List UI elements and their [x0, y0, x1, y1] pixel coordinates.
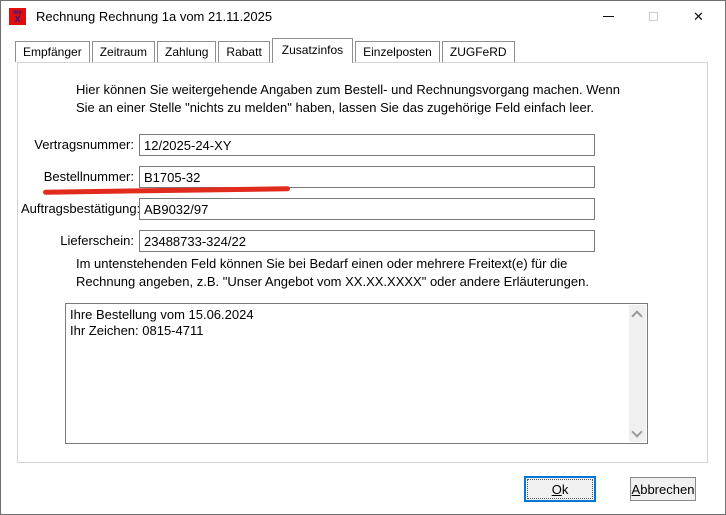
freitext-content[interactable]: Ihre Bestellung vom 15.06.2024 Ihr Zeich… [66, 304, 628, 443]
lieferschein-label: Lieferschein: [21, 230, 134, 252]
tab-empfaenger[interactable]: Empfänger [15, 41, 90, 62]
vertragsnummer-label: Vertragsnummer: [21, 134, 134, 156]
freitext-area[interactable]: Ihre Bestellung vom 15.06.2024 Ihr Zeich… [65, 303, 648, 444]
app-icon: my X [9, 8, 26, 25]
titlebar: my X Rechnung Rechnung 1a vom 21.11.2025… [1, 1, 725, 32]
tab-zahlung[interactable]: Zahlung [157, 41, 216, 62]
auftragsbestaetigung-input[interactable] [139, 198, 595, 220]
close-icon: ✕ [693, 1, 704, 32]
cancel-button-label: Abbrechen [632, 482, 695, 497]
lieferschein-input[interactable] [139, 230, 595, 252]
tab-rabatt[interactable]: Rabatt [218, 41, 269, 62]
tab-einzelposten[interactable]: Einzelposten [355, 41, 440, 62]
auftragsbestaetigung-label: Auftragsbestätigung: [21, 198, 134, 220]
intro-text: Hier können Sie weitergehende Angaben zu… [76, 81, 691, 116]
tab-zusatzinfos[interactable]: Zusatzinfos [272, 38, 353, 63]
window-title: Rechnung Rechnung 1a vom 21.11.2025 [36, 1, 272, 32]
close-button[interactable]: ✕ [676, 1, 721, 32]
tab-zeitraum[interactable]: Zeitraum [92, 41, 155, 62]
minimize-icon [603, 16, 614, 17]
tab-strip: Empfänger Zeitraum Zahlung Rabatt Zusatz… [15, 38, 517, 63]
window-controls: ✕ [586, 1, 721, 32]
maximize-button [631, 1, 676, 32]
cancel-button[interactable]: Abbrechen [630, 477, 696, 501]
scroll-down-icon[interactable] [633, 430, 640, 437]
tab-zugferd[interactable]: ZUGFeRD [442, 41, 515, 62]
bestellnummer-input[interactable] [139, 166, 595, 188]
ok-button[interactable]: Ok [524, 476, 596, 502]
vertical-scrollbar[interactable] [629, 305, 646, 442]
ok-button-label: Ok [552, 482, 569, 497]
bestellnummer-label: Bestellnummer: [21, 166, 134, 188]
invoice-dialog: my X Rechnung Rechnung 1a vom 21.11.2025… [0, 0, 726, 515]
maximize-icon [649, 12, 658, 21]
minimize-button[interactable] [586, 1, 631, 32]
vertragsnummer-input[interactable] [139, 134, 595, 156]
app-icon-text-bottom: X [15, 16, 20, 24]
scroll-up-icon[interactable] [633, 310, 640, 317]
freitext-hint: Im untenstehenden Feld können Sie bei Be… [76, 255, 691, 290]
